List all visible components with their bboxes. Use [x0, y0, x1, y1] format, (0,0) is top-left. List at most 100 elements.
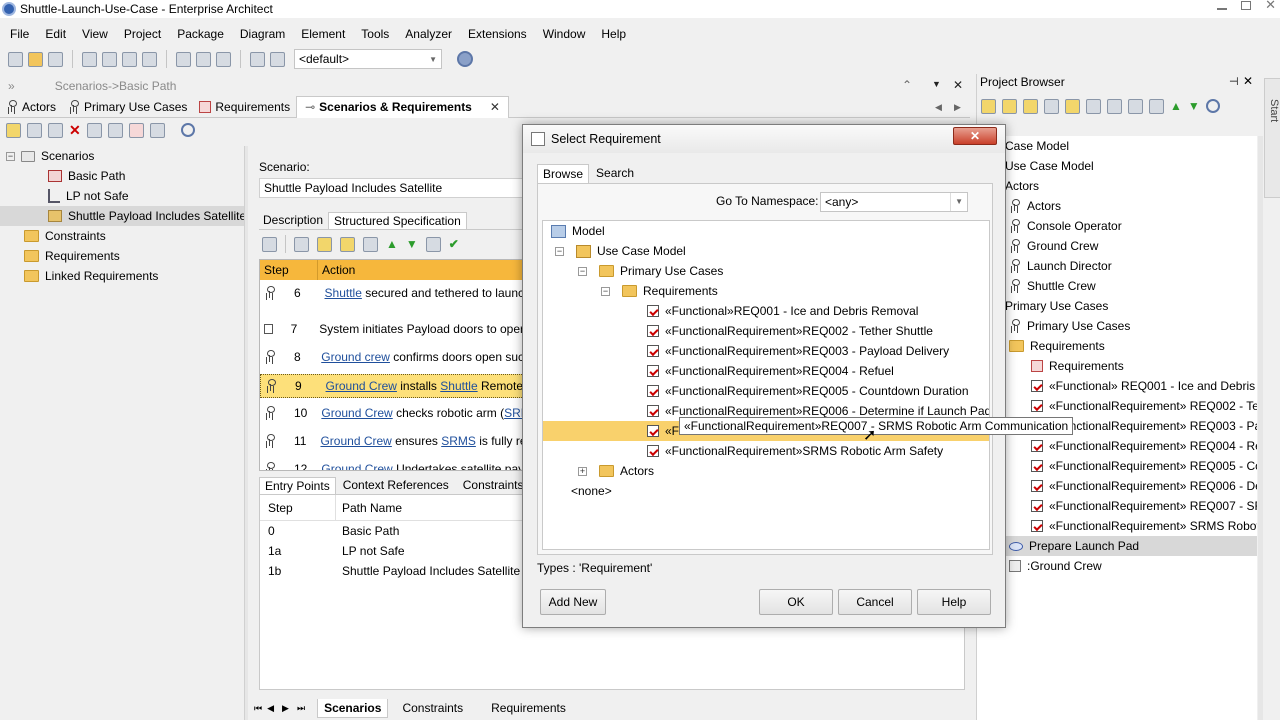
- menu-edit[interactable]: Edit: [45, 27, 66, 41]
- editor-close-icon[interactable]: ✕: [953, 78, 963, 92]
- tree-requirements-folder[interactable]: − Requirements: [601, 281, 718, 301]
- last-icon[interactable]: ⏭: [297, 703, 305, 714]
- ok-button[interactable]: OK: [759, 589, 833, 615]
- expand-icon[interactable]: +: [578, 466, 587, 476]
- package-control-icon[interactable]: [1107, 98, 1122, 114]
- tabs-next-icon[interactable]: ▶: [954, 102, 961, 113]
- documentation-icon[interactable]: [1128, 98, 1143, 114]
- menu-help[interactable]: Help: [601, 27, 626, 41]
- browser-item[interactable]: Shuttle Crew: [1009, 276, 1096, 296]
- tree-primary-use-cases[interactable]: − Primary Use Cases: [578, 261, 723, 281]
- browser-item[interactable]: «FunctionalRequirement» REQ005 - Co: [1031, 456, 1257, 476]
- requirement-item[interactable]: «FunctionalRequirement»SRMS Robotic Arm …: [647, 441, 943, 461]
- tree-actors[interactable]: + Actors: [578, 461, 654, 481]
- tab-primary-use-cases[interactable]: Primary Use Cases: [62, 99, 193, 114]
- tree-lp-not-safe[interactable]: LP not Safe: [48, 186, 129, 206]
- new-scenario-icon[interactable]: [6, 122, 21, 138]
- save-icon[interactable]: [48, 51, 63, 67]
- menu-element[interactable]: Element: [301, 27, 345, 41]
- browser-item[interactable]: Console Operator: [1009, 216, 1122, 236]
- tab-structured-specification[interactable]: Structured Specification: [328, 211, 467, 229]
- menu-file[interactable]: File: [10, 27, 29, 41]
- tabs-prev-icon[interactable]: ◀: [935, 102, 942, 113]
- tree-model[interactable]: Model: [551, 221, 605, 241]
- browser-item[interactable]: Use Case Model: [1005, 156, 1094, 176]
- browser-item[interactable]: :Ground Crew: [1009, 556, 1102, 576]
- browser-item[interactable]: «FunctionalRequirement» SRMS Roboti: [1031, 516, 1257, 536]
- browser-item[interactable]: «FunctionalRequirement» REQ006 - Det: [1031, 476, 1257, 496]
- move-down-icon[interactable]: ▼: [406, 237, 418, 251]
- dialog-close-button[interactable]: ✕: [953, 127, 997, 145]
- tree-shuttle-payload[interactable]: Shuttle Payload Includes Satellite: [0, 206, 246, 226]
- new-icon[interactable]: [8, 51, 23, 67]
- browser-item[interactable]: Primary Use Cases: [1005, 296, 1108, 316]
- step-row[interactable]: 11 Ground Crew ensures SRMS is fully ret: [260, 430, 524, 452]
- search-browser-icon[interactable]: [1086, 98, 1101, 114]
- structure-icon[interactable]: [425, 236, 441, 252]
- tab-close-icon[interactable]: ✕: [490, 100, 500, 114]
- entry-path-header[interactable]: Path Name: [336, 501, 402, 515]
- insert-before-icon[interactable]: [317, 236, 332, 252]
- tree-basic-path[interactable]: Basic Path: [48, 166, 125, 186]
- browser-item[interactable]: Case Model: [1005, 136, 1069, 156]
- browser-item[interactable]: Actors: [1009, 196, 1061, 216]
- tab-description[interactable]: Description: [259, 213, 328, 227]
- undo-icon[interactable]: [122, 51, 137, 67]
- requirement-item[interactable]: «FunctionalRequirement»REQ004 - Refuel: [647, 361, 894, 381]
- new-package-icon[interactable]: [1002, 98, 1017, 114]
- tab-constraints[interactable]: Constraints: [456, 478, 531, 492]
- collapse-icon[interactable]: −: [601, 286, 610, 296]
- prev-icon[interactable]: ◀: [267, 703, 274, 714]
- tab-actors[interactable]: Actors: [6, 99, 62, 114]
- new-model-icon[interactable]: [981, 98, 996, 114]
- browser-item[interactable]: «FunctionalRequirement» REQ002 - Tet: [1031, 396, 1257, 416]
- generate-diagram-icon[interactable]: [128, 122, 144, 138]
- tree-linked-requirements[interactable]: Linked Requirements: [24, 266, 158, 286]
- collapse-icon[interactable]: −: [578, 266, 587, 276]
- maximize-icon[interactable]: [1241, 0, 1252, 10]
- new-diagram-icon[interactable]: [1044, 98, 1059, 114]
- scenario-name-field[interactable]: Shuttle Payload Includes Satellite: [259, 178, 531, 198]
- help-button[interactable]: Help: [917, 589, 991, 615]
- namespace-select[interactable]: <any> ▼: [820, 192, 968, 212]
- new-view-icon[interactable]: [1023, 98, 1038, 114]
- copy-scenario-icon[interactable]: [48, 122, 63, 138]
- browser-item[interactable]: «FunctionalRequirement» REQ004 - Ref: [1031, 436, 1257, 456]
- bottom-tab-requirements[interactable]: Requirements: [477, 699, 580, 717]
- browser-item[interactable]: Launch Director: [1009, 256, 1112, 276]
- browser-scrollbar[interactable]: [1258, 136, 1263, 720]
- step-row[interactable]: 12 Ground Crew Undertakes satellite pay: [260, 458, 524, 470]
- collapse-icon[interactable]: −: [555, 246, 564, 256]
- browser-close-icon[interactable]: ✕: [1243, 74, 1253, 88]
- step-actor-link[interactable]: Shuttle: [325, 286, 362, 300]
- layout-icon[interactable]: [149, 122, 165, 138]
- tree-none[interactable]: <none>: [571, 481, 612, 501]
- step-object-link[interactable]: SRMS: [441, 434, 476, 448]
- code-icon[interactable]: [1149, 98, 1164, 114]
- insert-after-icon[interactable]: [340, 236, 355, 252]
- redo-icon[interactable]: [142, 51, 157, 67]
- menu-diagram[interactable]: Diagram: [240, 27, 285, 41]
- new-path-icon[interactable]: [363, 236, 378, 252]
- step-row[interactable]: 8 Ground crew confirms doors open suc: [260, 346, 524, 368]
- splitter[interactable]: [244, 146, 248, 720]
- menu-extensions[interactable]: Extensions: [468, 27, 527, 41]
- menu-analyzer[interactable]: Analyzer: [405, 27, 452, 41]
- browser-help-icon[interactable]: [1205, 99, 1220, 113]
- check-icon[interactable]: ✔: [449, 237, 459, 251]
- copy-icon[interactable]: [102, 51, 117, 67]
- down-icon[interactable]: ▼: [1188, 99, 1200, 113]
- requirement-item[interactable]: «FunctionalRequirement»REQ002 - Tether S…: [647, 321, 933, 341]
- cancel-button[interactable]: Cancel: [838, 589, 912, 615]
- tab-requirements[interactable]: Requirements: [193, 100, 296, 114]
- open-icon[interactable]: [28, 51, 43, 67]
- save-scenario-icon[interactable]: [27, 122, 42, 138]
- browser-item[interactable]: «Functional» REQ001 - Ice and Debris R: [1031, 376, 1257, 396]
- bottom-tab-constraints[interactable]: Constraints: [388, 699, 477, 717]
- step-actor-link[interactable]: Ground Crew: [321, 462, 392, 470]
- double-chevron-icon[interactable]: »: [8, 79, 15, 93]
- save-steps-icon[interactable]: [262, 236, 277, 252]
- tree-scenarios[interactable]: − Scenarios: [6, 146, 94, 166]
- delete-icon[interactable]: ✕: [69, 122, 81, 139]
- first-icon[interactable]: ⏮: [254, 703, 262, 714]
